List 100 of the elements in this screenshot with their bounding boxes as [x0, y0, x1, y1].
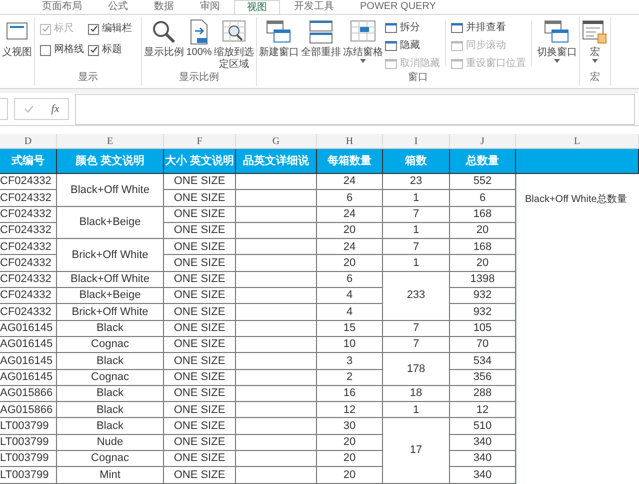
ribbon-button[interactable]: 缩放到选定区域: [213, 17, 255, 71]
table-cell: ONE SIZE: [164, 370, 236, 386]
table-cell: 6: [450, 190, 516, 207]
header-cell: 箱数: [383, 149, 450, 173]
table-cell: 178: [383, 353, 450, 386]
table-cell: ONE SIZE: [164, 336, 236, 354]
table-cell: 12: [450, 402, 516, 418]
check-icon[interactable]: [24, 105, 34, 113]
ribbon-tab[interactable]: 数据: [142, 0, 186, 14]
group-label: 显示比例: [179, 72, 219, 85]
table-cell: 1: [383, 222, 450, 240]
table-cell: 1398: [450, 272, 516, 288]
checkbox-option[interactable]: 标题: [88, 44, 138, 56]
table-cell: 20: [317, 467, 383, 484]
table-cell: Brick+Off White: [57, 239, 164, 272]
table-cell: Black: [57, 320, 164, 337]
table-cell: ONE SIZE: [164, 288, 236, 304]
insert-function-button[interactable]: fx: [51, 100, 60, 118]
table-cell: AG015866: [0, 402, 57, 418]
ribbon-button[interactable]: 义视图: [1, 17, 33, 59]
table-cell: 7: [383, 336, 450, 354]
checkbox[interactable]: [88, 24, 99, 34]
table-cell: AG015866: [0, 386, 57, 402]
table-cell: 7: [383, 239, 450, 256]
table-cell: 356: [450, 370, 516, 386]
checkbox-option[interactable]: 编辑栏: [88, 23, 138, 35]
caret-icon: [554, 59, 560, 63]
table-cell: CF024332: [0, 304, 57, 321]
table-cell: ONE SIZE: [164, 222, 236, 240]
window-icon: [544, 19, 570, 45]
table-cell: 288: [450, 386, 516, 402]
ribbon-button[interactable]: 新建窗口: [258, 17, 300, 70]
table-cell: 534: [450, 353, 516, 370]
table-cell: Cognac: [57, 336, 164, 354]
check-icon: [90, 25, 98, 33]
table-cell: 15: [317, 320, 383, 337]
small-window-icon: [385, 40, 397, 50]
table-cell: ONE SIZE: [164, 402, 236, 418]
formula-input[interactable]: [75, 94, 635, 124]
ribbon-tab[interactable]: 审阅: [188, 0, 232, 14]
table-cell: 24: [317, 239, 383, 256]
ribbon-tab[interactable]: 公式: [96, 0, 140, 14]
ribbon-button[interactable]: 100%: [185, 17, 213, 71]
table-cell: CF024332: [0, 206, 57, 223]
check-icon: [42, 25, 50, 33]
ribbon-tab[interactable]: POWER QUERY: [348, 0, 448, 14]
checkbox[interactable]: [88, 44, 99, 56]
table-cell: Black+Off White: [57, 272, 164, 288]
table-cell: 340: [450, 467, 516, 484]
header-cell: 大小 英文说明: [164, 149, 236, 173]
ribbon-small-button[interactable]: 并排查看: [451, 21, 526, 34]
table-cell: 4: [317, 288, 383, 304]
header-cell: 颜色 英文说明: [57, 149, 164, 173]
table-cell: Black+Off White: [57, 174, 164, 207]
table-cell: 17: [383, 418, 450, 484]
ribbon-tab[interactable]: 开发工具: [282, 0, 346, 14]
table-cell: 20: [317, 255, 383, 272]
ribbon-small-button[interactable]: 隐藏: [385, 39, 440, 52]
ribbon-button[interactable]: 宏: [581, 17, 609, 63]
header-cell: 式编号: [0, 149, 57, 173]
ribbon-button[interactable]: 冻结窗格: [342, 17, 384, 70]
small-window-icon: [385, 58, 397, 68]
table-cell: 6: [317, 190, 383, 207]
checkbox-option[interactable]: 网格线: [40, 44, 84, 56]
table-cell: CF024332: [0, 255, 57, 272]
table-cell: 552: [450, 174, 516, 190]
group-label: 窗口: [408, 72, 428, 85]
ribbon-button[interactable]: 全部重排: [300, 17, 342, 70]
ribbon-button[interactable]: 切换窗口: [536, 17, 578, 70]
table-cell: Black: [57, 353, 164, 370]
name-box[interactable]: [0, 98, 8, 120]
table-cell: 20: [317, 434, 383, 452]
table-cell: 70: [450, 336, 516, 354]
ribbon-tab[interactable]: 页面布局: [30, 0, 94, 14]
table-cell: 18: [383, 386, 450, 402]
arrange-icon: [308, 19, 334, 45]
header-cell: 总数量: [450, 149, 516, 173]
table-cell: ONE SIZE: [164, 386, 236, 402]
table-cell: 30: [317, 418, 383, 435]
table-cell: Black: [57, 402, 164, 418]
macro-icon: [582, 19, 608, 45]
table-cell: 510: [450, 418, 516, 435]
table-cell: ONE SIZE: [164, 451, 236, 468]
table-cell: CF024332: [0, 174, 57, 190]
table-cell: 233: [383, 272, 450, 321]
group-label: 宏: [590, 72, 600, 85]
table-cell: 340: [450, 451, 516, 468]
table-cell: Black: [57, 418, 164, 435]
table-cell: 20: [317, 222, 383, 240]
table-cell: ONE SIZE: [164, 206, 236, 223]
ribbon-tab[interactable]: 视图: [234, 0, 280, 14]
table-cell: Brick+Off White: [57, 304, 164, 321]
checkbox[interactable]: [40, 44, 51, 56]
table-cell: 24: [317, 206, 383, 223]
check-icon: [90, 46, 98, 54]
table-cell: 7: [383, 206, 450, 223]
ribbon-small-button[interactable]: 拆分: [385, 21, 440, 34]
ribbon-button[interactable]: 显示比例: [143, 17, 185, 71]
header-cell: 每箱数量: [317, 149, 383, 173]
caret-icon: [360, 59, 366, 63]
